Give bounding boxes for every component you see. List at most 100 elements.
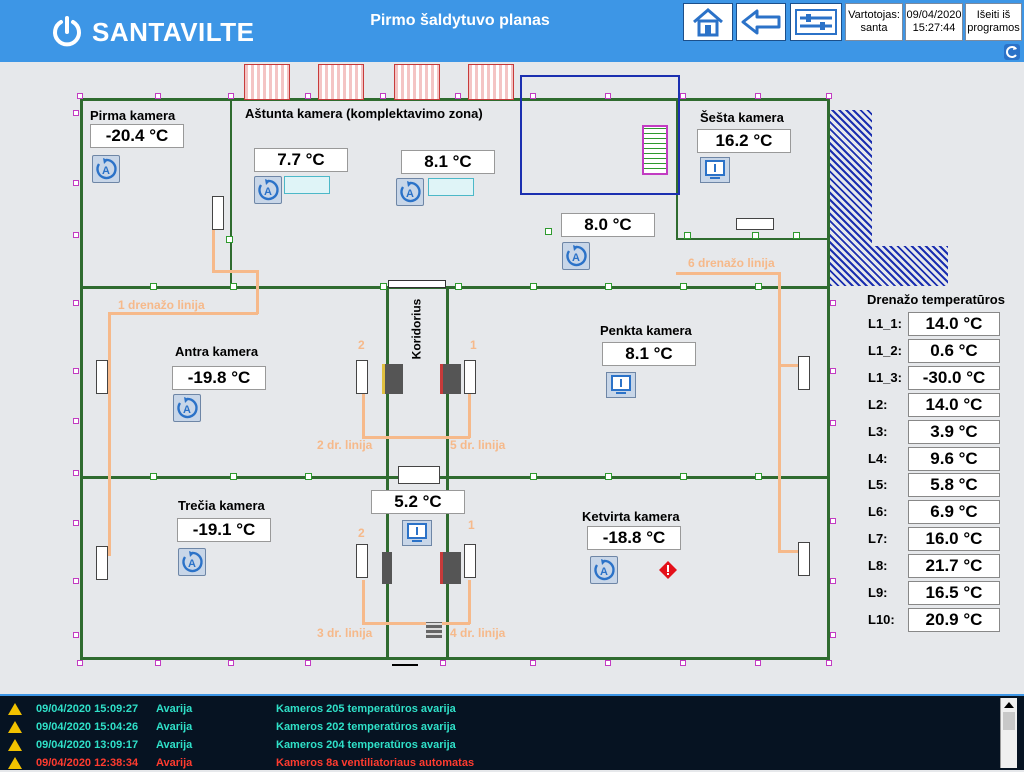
alarm-type: Avarija (156, 703, 193, 715)
ac-unit-icon (428, 178, 474, 196)
alarm-warning-icon[interactable] (658, 560, 678, 580)
door-actuator-icon (382, 552, 392, 584)
corridor-label: Koridorius (409, 298, 424, 360)
svg-text:A: A (188, 558, 196, 570)
exit-label-2: programos (967, 22, 1020, 34)
cooler-unit-icon (96, 360, 108, 394)
svg-text:A: A (600, 566, 608, 578)
svg-text:A: A (102, 165, 110, 177)
hatched-structure (830, 110, 948, 286)
alarm-row[interactable]: 09/04/2020 15:09:27 Avarija Kameros 205 te… (0, 700, 1000, 718)
alarm-row[interactable]: 09/04/2020 15:04:26 Avarija Kameros 202 te… (0, 718, 1000, 736)
svg-text:A: A (572, 252, 580, 264)
room-label-trecia: Trečia kamera (178, 498, 265, 513)
auto-mode-button[interactable]: A (92, 155, 120, 183)
drain-temp-row: L1_1: 14.0 °C (868, 312, 1008, 336)
alarm-row[interactable]: 09/04/2020 12:38:34 Avarija Kameros 8a ven… (0, 754, 1000, 772)
drain-temp-row: L9: 16.5 °C (868, 581, 1008, 605)
drain-temps-title: Drenažo temperatūros (867, 292, 1005, 307)
alarm-date: 09/04/2020 13:09:17 (36, 739, 139, 751)
drain-temp-row: L7: 16.0 °C (868, 527, 1008, 552)
current-time: 15:27:44 (912, 22, 956, 34)
settings-button[interactable] (790, 3, 842, 41)
svg-text:A: A (406, 188, 414, 200)
drain-temp-label: L1_1: (868, 316, 902, 331)
drain-temp-label: L8: (868, 558, 888, 574)
alarm-row[interactable]: 09/04/2020 13:09:17 Avarija Kameros 204 te… (0, 736, 1000, 754)
svg-text:A: A (264, 186, 272, 198)
stairs-icon (642, 125, 668, 175)
auto-mode-button[interactable]: A (254, 176, 282, 204)
drain-temp-label: L6: (868, 504, 888, 520)
alarm-message: Kameros 202 temperatūros avarija (276, 721, 456, 733)
sliders-icon (795, 9, 837, 35)
drain-temp-row: L1_3: -30.0 °C (868, 365, 1008, 390)
user-name: santa (860, 22, 888, 34)
user-label: Vartotojas: (848, 9, 900, 21)
alarm-date: 09/04/2020 15:04:26 (36, 721, 139, 733)
drain-temp-row: L10: 20.9 °C (868, 607, 1008, 632)
temp-koridorius: 5.2 °C (371, 490, 465, 514)
drain-temp-label: L5: (868, 477, 888, 493)
exit-button[interactable]: Išeiti iš programos (965, 3, 1022, 41)
drain-temp-row: L2: 14.0 °C (868, 392, 1008, 417)
drain-temp-value: 21.7 °C (908, 554, 1000, 579)
drain-line-label: 6 drenažo linija (688, 256, 775, 270)
datetime-info: 09/04/2020 15:27:44 (905, 3, 963, 41)
back-button[interactable] (736, 3, 786, 41)
entrance-arrow-icon (392, 664, 418, 666)
temp-pirma: -20.4 °C (90, 124, 184, 148)
alarm-list: 09/04/2020 15:09:27 Avarija Kameros 205 te… (0, 694, 1024, 770)
brand-name: SANTAVILTE (92, 16, 255, 47)
drain-temp-label: L1_3: (868, 369, 902, 385)
auto-mode-button[interactable]: A (178, 548, 206, 576)
alarm-message: Kameros 205 temperatūros avarija (276, 703, 456, 715)
drain-temp-value: 20.9 °C (908, 607, 1000, 632)
home-icon (693, 8, 723, 37)
auto-mode-button[interactable]: A (562, 242, 590, 270)
room-label-penkta: Penkta kamera (600, 323, 692, 338)
auto-mode-icon: A (400, 181, 421, 203)
cooler-unit-icon (798, 356, 810, 390)
cooler-unit-icon (464, 544, 476, 578)
room-label-astunta: Aštunta kamera (komplektavimo zona) (245, 106, 483, 121)
alarm-message: Kameros 204 temperatūros avarija (276, 739, 456, 751)
drain-temp-value: 3.9 °C (908, 419, 1000, 444)
drain-line-label: 1 drenažo linija (118, 298, 205, 312)
door-actuator-icon (440, 552, 461, 584)
door-icon (318, 64, 364, 100)
info-button[interactable] (700, 157, 730, 183)
drain-temp-row: L5: 5.8 °C (868, 473, 1008, 498)
back-arrow-icon (741, 9, 781, 35)
auto-mode-icon: A (258, 179, 279, 201)
refresh-button[interactable] (1004, 44, 1020, 60)
cooler-unit-icon (212, 196, 224, 230)
cooler-unit-icon (96, 546, 108, 580)
info-button[interactable] (402, 520, 432, 546)
info-button[interactable] (606, 372, 636, 398)
auto-mode-button[interactable]: A (396, 178, 424, 206)
drain-line-label: 5 dr. linija (450, 438, 506, 452)
auto-mode-button[interactable]: A (173, 394, 201, 422)
info-icon (705, 160, 725, 179)
drain-temp-label: L2: (868, 396, 888, 412)
auto-mode-button[interactable]: A (590, 556, 618, 584)
temp-ketvirta: -18.8 °C (587, 526, 681, 550)
drain-temp-value: 0.6 °C (908, 338, 1000, 363)
cooler-unit-icon (736, 218, 774, 230)
drain-temp-label: L9: (868, 585, 888, 600)
drain-line-label: 2 dr. linija (317, 438, 373, 452)
drain-temp-value: 5.8 °C (908, 473, 1000, 498)
drain-temp-value: 16.5 °C (908, 581, 1000, 605)
warning-icon (8, 703, 22, 715)
alarm-type: Avarija (156, 739, 193, 751)
alarm-date: 09/04/2020 12:38:34 (36, 757, 139, 769)
drain-number: 2 (358, 338, 365, 352)
alarm-message: Kameros 8a ventiliatoriaus automatas (276, 757, 475, 769)
alarm-scrollbar[interactable] (1000, 698, 1017, 768)
drain-temp-value: 6.9 °C (908, 500, 1000, 525)
drain-line-label: 4 dr. linija (450, 626, 506, 640)
auto-mode-icon: A (566, 245, 587, 267)
home-button[interactable] (683, 3, 733, 41)
ac-unit-icon (284, 176, 330, 194)
